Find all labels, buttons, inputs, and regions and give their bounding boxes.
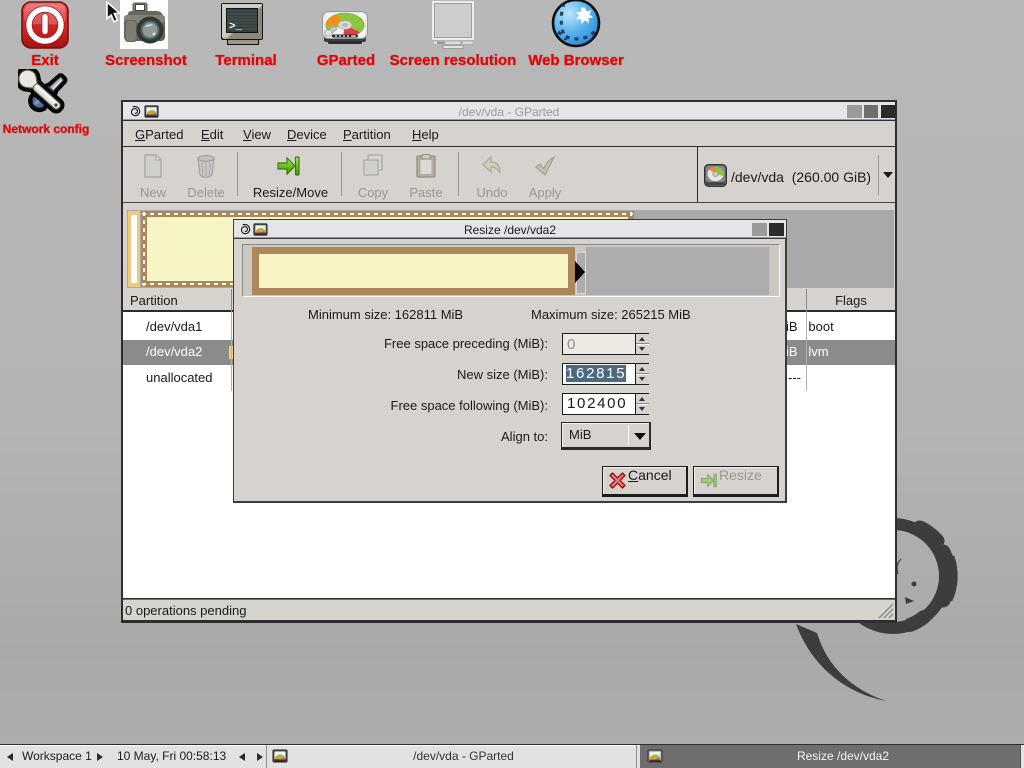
svg-text:>_: >_ <box>229 21 243 33</box>
